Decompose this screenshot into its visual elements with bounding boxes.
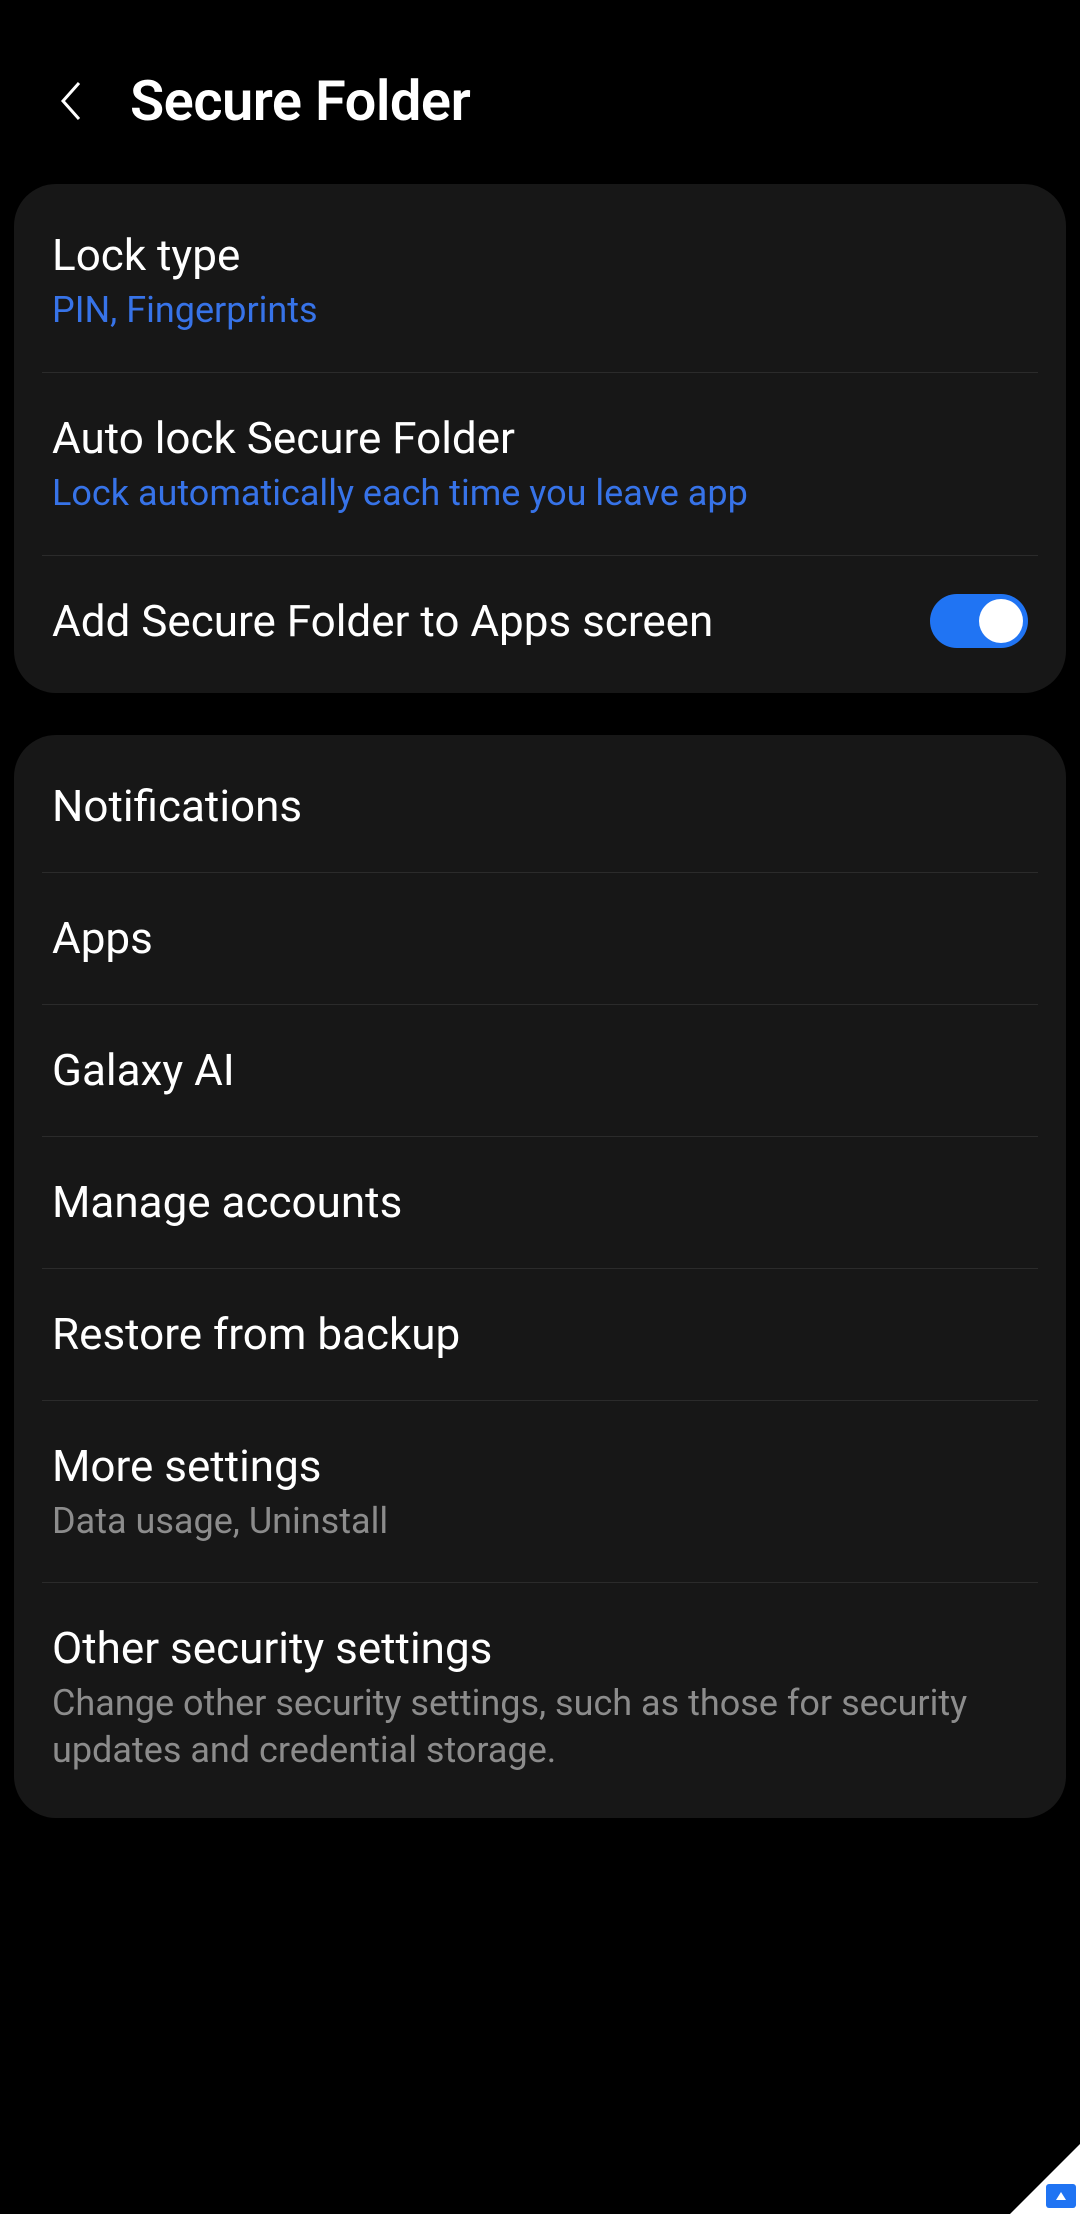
other-security-item[interactable]: Other security settings Change other sec… <box>14 1583 1066 1818</box>
apps-item[interactable]: Apps <box>14 873 1066 1004</box>
more-settings-item[interactable]: More settings Data usage, Uninstall <box>14 1401 1066 1583</box>
add-to-apps-item[interactable]: Add Secure Folder to Apps screen <box>14 556 1066 693</box>
auto-lock-title: Auto lock Secure Folder <box>52 411 1028 466</box>
header: Secure Folder <box>0 0 1080 184</box>
add-to-apps-toggle[interactable] <box>930 594 1028 648</box>
auto-lock-subtitle: Lock automatically each time you leave a… <box>52 470 1028 517</box>
galaxy-ai-item[interactable]: Galaxy AI <box>14 1005 1066 1136</box>
lock-type-subtitle: PIN, Fingerprints <box>52 287 1028 334</box>
toggle-knob <box>979 599 1023 643</box>
chevron-left-icon <box>57 79 83 123</box>
galaxy-ai-title: Galaxy AI <box>52 1043 1028 1098</box>
lock-type-title: Lock type <box>52 228 1028 283</box>
restore-backup-title: Restore from backup <box>52 1307 1028 1362</box>
settings-group-lock: Lock type PIN, Fingerprints Auto lock Se… <box>14 184 1066 693</box>
settings-group-general: Notifications Apps Galaxy AI Manage acco… <box>14 735 1066 1818</box>
restore-backup-item[interactable]: Restore from backup <box>14 1269 1066 1400</box>
notifications-item[interactable]: Notifications <box>14 735 1066 872</box>
manage-accounts-item[interactable]: Manage accounts <box>14 1137 1066 1268</box>
notifications-title: Notifications <box>52 779 1028 834</box>
other-security-subtitle: Change other security settings, such as … <box>52 1680 1028 1774</box>
add-to-apps-title: Add Secure Folder to Apps screen <box>52 594 910 649</box>
lock-type-item[interactable]: Lock type PIN, Fingerprints <box>14 184 1066 372</box>
page-title: Secure Folder <box>130 68 470 134</box>
apps-title: Apps <box>52 911 1028 966</box>
back-button[interactable] <box>50 81 90 121</box>
other-security-title: Other security settings <box>52 1621 1028 1676</box>
more-settings-subtitle: Data usage, Uninstall <box>52 1498 1028 1545</box>
manage-accounts-title: Manage accounts <box>52 1175 1028 1230</box>
auto-lock-item[interactable]: Auto lock Secure Folder Lock automatical… <box>14 373 1066 555</box>
secure-folder-icon[interactable] <box>1046 2184 1076 2208</box>
more-settings-title: More settings <box>52 1439 1028 1494</box>
